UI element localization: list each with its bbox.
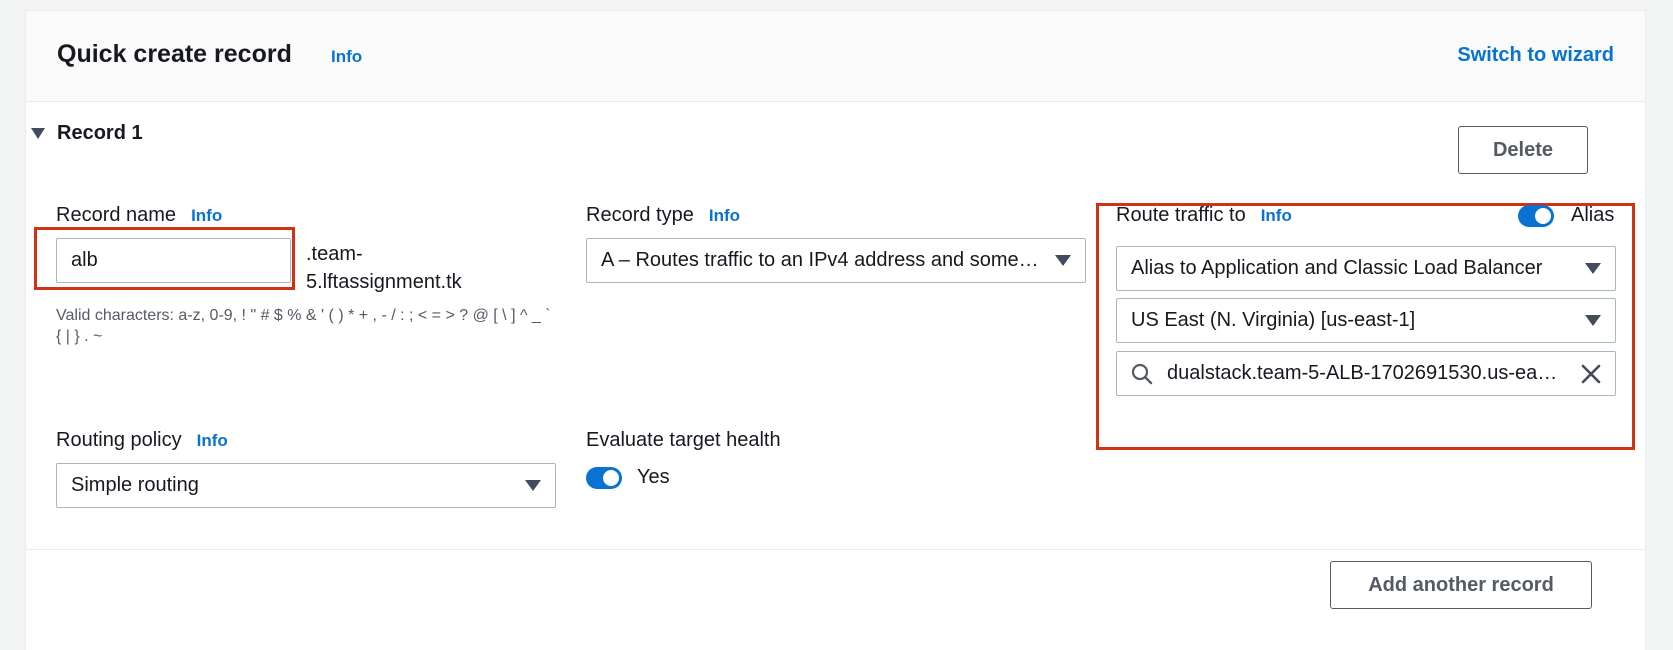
- route-traffic-label: Route traffic to: [1116, 204, 1246, 226]
- load-balancer-search-input[interactable]: dualstack.team-5-ALB-1702691530.us-east-…: [1116, 351, 1616, 396]
- domain-suffix: .team-5.lftassignment.tk: [306, 243, 462, 293]
- routing-policy-info-link[interactable]: Info: [197, 431, 228, 451]
- record-name-label-group: Record name Info: [56, 204, 222, 227]
- switch-to-wizard-link[interactable]: Switch to wizard: [1457, 44, 1614, 67]
- alias-toggle-label: Alias: [1571, 204, 1615, 226]
- section-divider: [26, 549, 1645, 550]
- endpoint-value: Alias to Application and Classic Load Ba…: [1131, 257, 1543, 279]
- record-type-select[interactable]: A – Routes traffic to an IPv4 address an…: [586, 238, 1086, 283]
- caret-down-icon: [525, 480, 541, 491]
- page-title: Quick create record: [57, 40, 292, 68]
- evaluate-health-toggle-label: Yes: [637, 466, 670, 488]
- record-1-expander[interactable]: Record 1: [31, 122, 143, 145]
- search-icon: [1131, 363, 1153, 384]
- record-type-info-link[interactable]: Info: [709, 206, 740, 226]
- record-name-input[interactable]: alb: [56, 238, 291, 283]
- routing-policy-label-group: Routing policy Info: [56, 429, 228, 452]
- close-icon[interactable]: [1581, 364, 1601, 384]
- record-name-label: Record name: [56, 204, 177, 226]
- evaluate-health-label-group: Evaluate target health: [586, 429, 781, 452]
- record-type-label: Record type: [586, 204, 694, 226]
- routing-policy-label: Routing policy: [56, 429, 182, 451]
- record-type-value: A – Routes traffic to an IPv4 address an…: [601, 249, 1043, 271]
- evaluate-health-toggle[interactable]: [586, 467, 622, 489]
- valid-characters-hint: Valid characters: a-z, 0-9, ! " # $ % & …: [56, 307, 551, 345]
- record-name-info-link[interactable]: Info: [191, 206, 222, 226]
- region-value: US East (N. Virginia) [us-east-1]: [1131, 309, 1416, 331]
- load-balancer-value: dualstack.team-5-ALB-1702691530.us-east-…: [1167, 362, 1567, 384]
- routing-policy-value: Simple routing: [71, 474, 199, 496]
- route-traffic-label-group: Route traffic to Info: [1116, 204, 1292, 227]
- caret-down-icon: [1585, 315, 1601, 326]
- title-info-link[interactable]: Info: [331, 47, 362, 67]
- delete-button[interactable]: Delete: [1458, 126, 1588, 174]
- evaluate-health-label: Evaluate target health: [586, 429, 781, 451]
- alias-toggle[interactable]: [1518, 205, 1554, 227]
- add-another-record-button[interactable]: Add another record: [1330, 561, 1592, 609]
- routing-policy-select[interactable]: Simple routing: [56, 463, 556, 508]
- record-type-label-group: Record type Info: [586, 204, 740, 227]
- region-select[interactable]: US East (N. Virginia) [us-east-1]: [1116, 298, 1616, 343]
- caret-down-icon: [1585, 263, 1601, 274]
- endpoint-select[interactable]: Alias to Application and Classic Load Ba…: [1116, 246, 1616, 291]
- record-label: Record 1: [57, 122, 143, 144]
- route-traffic-info-link[interactable]: Info: [1261, 206, 1292, 226]
- panel-header: Quick create record Info Switch to wizar…: [26, 10, 1645, 102]
- caret-down-icon: [31, 128, 45, 139]
- caret-down-icon: [1055, 255, 1071, 266]
- record-name-value: alb: [71, 249, 98, 271]
